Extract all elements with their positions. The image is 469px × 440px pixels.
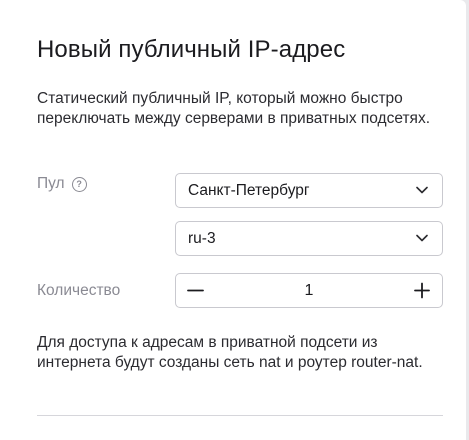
- chevron-down-icon: [416, 186, 428, 194]
- dialog-description: Статический публичный IP, который можно …: [37, 90, 431, 127]
- public-ip-dialog: Новый публичный IP-адрес Статический пуб…: [0, 0, 466, 440]
- zone-select-value: ru-3: [188, 230, 216, 247]
- quantity-label: Количество: [37, 282, 121, 299]
- chevron-down-icon: [416, 234, 428, 242]
- decrement-button[interactable]: [178, 274, 214, 307]
- zone-select[interactable]: ru-3: [175, 221, 443, 256]
- region-select[interactable]: Санкт-Петербург: [175, 173, 443, 208]
- pool-label-row: Пул?: [37, 175, 87, 193]
- quantity-value[interactable]: 1: [216, 274, 402, 307]
- region-select-value: Санкт-Петербург: [188, 182, 310, 199]
- divider: [37, 415, 443, 416]
- increment-button[interactable]: [404, 274, 440, 307]
- question-circle-icon[interactable]: ?: [71, 177, 87, 192]
- nat-note: Для доступа к адресам в приватной подсет…: [37, 334, 423, 371]
- quantity-stepper: 1: [175, 273, 443, 308]
- plus-icon: [414, 282, 430, 299]
- dialog-title: Новый публичный IP-адрес: [37, 36, 346, 63]
- minus-icon: [187, 289, 204, 292]
- pool-label: Пул: [37, 175, 65, 192]
